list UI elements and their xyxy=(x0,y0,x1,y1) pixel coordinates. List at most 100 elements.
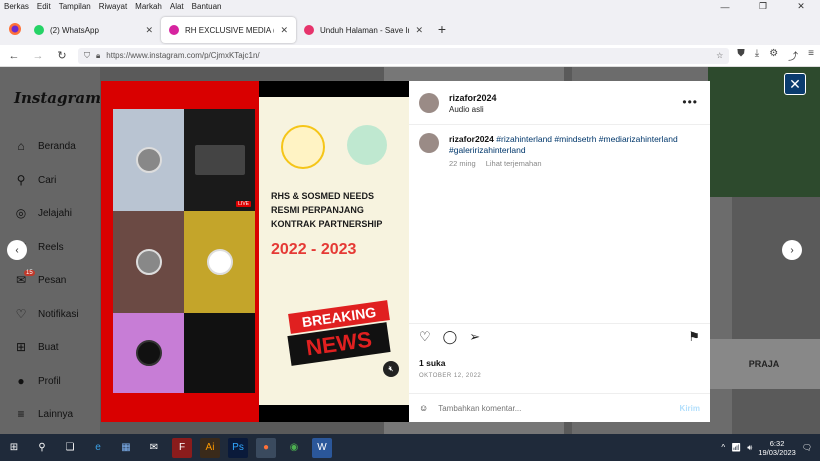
comment-icon[interactable]: ◯ xyxy=(443,329,458,345)
flash-icon[interactable]: F xyxy=(172,437,192,458)
url-text[interactable]: https://www.instagram.com/p/CjmxKTajc1n/ xyxy=(106,51,710,60)
clock[interactable]: 6:32 19/03/2023 xyxy=(758,439,796,457)
menu-alat[interactable]: Alat xyxy=(170,2,184,11)
chevron-up-icon[interactable]: ^ xyxy=(721,443,725,452)
tab-label: Unduh Halaman - Save Insta xyxy=(320,25,409,35)
close-tab-icon[interactable]: ✕ xyxy=(145,25,153,36)
menu-tampilan[interactable]: Tampilan xyxy=(59,2,91,11)
minimize-icon[interactable]: — xyxy=(706,0,744,13)
sidebar-item-cari[interactable]: ⚲ Cari xyxy=(14,173,57,187)
sidebar-item-label: Pesan xyxy=(38,274,67,286)
sidebar-item-notifikasi[interactable]: ♡ Notifikasi xyxy=(14,307,79,321)
tab-save-insta[interactable]: Unduh Halaman - Save Insta ✕ xyxy=(296,17,431,43)
firefox-icon[interactable]: ● xyxy=(256,437,276,458)
search-icon: ⚲ xyxy=(16,173,26,187)
chrome-icon[interactable]: ◉ xyxy=(284,438,304,458)
likes-count[interactable]: 1 suka xyxy=(419,358,445,368)
sidebar-item-label: Lainnya xyxy=(38,408,74,420)
instagram-logo[interactable]: Instagram xyxy=(14,89,101,107)
share-icon[interactable]: ⤴ xyxy=(788,48,798,63)
rocket-icon xyxy=(347,125,387,165)
participant-tile: LIVE xyxy=(184,109,255,211)
menu-markah[interactable]: Markah xyxy=(135,2,162,11)
next-post-button[interactable]: › xyxy=(782,240,802,260)
video-call-grid: LIVE xyxy=(113,109,255,393)
menu-berkas[interactable]: Berkas xyxy=(4,2,29,11)
close-tab-icon[interactable]: ✕ xyxy=(415,25,423,36)
menu-edit[interactable]: Edit xyxy=(37,2,51,11)
participant-avatar xyxy=(135,340,162,366)
clock-date: 19/03/2023 xyxy=(758,447,796,457)
post-comment-button[interactable]: Kirim xyxy=(680,404,700,413)
screen-share-thumbnail xyxy=(194,145,245,175)
hamburger-menu-icon[interactable]: ≡ xyxy=(808,48,814,63)
search-icon[interactable]: ⚲ xyxy=(32,438,52,458)
profile-avatar-icon: ● xyxy=(17,374,25,388)
translate-link[interactable]: Lihat terjemahan xyxy=(486,159,542,168)
participant-tile xyxy=(113,109,184,211)
tab-whatsapp[interactable]: (2) WhatsApp ✕ xyxy=(26,17,161,43)
forward-icon[interactable]: → xyxy=(30,50,46,62)
task-view-icon[interactable]: ❏ xyxy=(60,438,80,458)
volume-icon[interactable]: 🔊︎ xyxy=(747,443,752,453)
mute-icon[interactable]: 🔇︎ xyxy=(383,361,399,377)
close-modal-button[interactable]: ✕ xyxy=(784,73,806,95)
heart-icon: ♡ xyxy=(15,307,27,321)
extensions-icon[interactable]: ⚙ xyxy=(769,48,778,63)
author-username[interactable]: rizafor2024 xyxy=(449,93,497,103)
lock-icon[interactable]: 🔒︎ xyxy=(96,51,100,61)
menu-riwayat[interactable]: Riwayat xyxy=(99,2,127,11)
caption-author-avatar[interactable] xyxy=(419,133,439,153)
mail-icon[interactable]: ✉ xyxy=(144,438,164,458)
tab-instagram[interactable]: RH EXCLUSIVE MEDIA (@rizafor ✕ xyxy=(161,17,296,43)
notification-icon[interactable]: 🗨︎ xyxy=(802,443,812,452)
more-menu-icon: ≡ xyxy=(17,407,25,421)
network-icon[interactable]: 📶︎ xyxy=(731,443,741,452)
audio-label[interactable]: Audio asli xyxy=(449,105,484,114)
close-tab-icon[interactable]: ✕ xyxy=(280,25,288,36)
background-praja-image: PRAJA xyxy=(708,339,820,389)
pocket-icon[interactable]: ⛊ xyxy=(737,48,745,63)
unread-badge: 15 xyxy=(24,270,35,276)
like-heart-icon[interactable]: ♡ xyxy=(419,329,431,345)
sidebar-item-profil[interactable]: ● Profil xyxy=(14,374,60,388)
sidebar-item-pesan[interactable]: ✉ 15 Pesan xyxy=(14,270,67,287)
previous-post-button[interactable]: ‹ xyxy=(7,240,27,260)
firefox-icon[interactable] xyxy=(4,18,26,40)
url-bar[interactable]: ⛉ 🔒︎ https://www.instagram.com/p/CjmxKTa… xyxy=(78,47,730,64)
bookmark-star-icon[interactable]: ☆ xyxy=(716,51,723,60)
heart-icon xyxy=(304,25,314,35)
caption-author[interactable]: rizafor2024 xyxy=(449,134,494,144)
menu-bantuan[interactable]: Bantuan xyxy=(192,2,222,11)
sidebar-item-label: Reels xyxy=(38,241,64,253)
more-options-icon[interactable]: ••• xyxy=(682,95,698,109)
bookmark-save-icon[interactable]: ⚑ xyxy=(688,329,700,345)
close-window-icon[interactable]: ✕ xyxy=(782,0,820,13)
post-video[interactable]: LIVE RHS & SOSMED NEEDS RESMI PERPANJANG… xyxy=(101,81,409,422)
back-icon[interactable]: ← xyxy=(6,50,22,62)
whatsapp-icon xyxy=(34,25,44,35)
comment-input[interactable] xyxy=(438,403,670,413)
photoshop-icon[interactable]: Ps xyxy=(228,437,248,458)
sidebar-item-lainnya[interactable]: ≡ Lainnya xyxy=(14,407,73,421)
restore-icon[interactable]: ❐ xyxy=(744,0,782,13)
shield-icon[interactable]: ⛉ xyxy=(84,51,90,61)
share-send-icon[interactable]: ➢ xyxy=(469,329,480,345)
word-icon[interactable]: W xyxy=(312,437,332,458)
windows-start-icon[interactable]: ⊞ xyxy=(4,438,24,458)
reload-icon[interactable]: ↻ xyxy=(54,49,70,62)
sidebar-item-beranda[interactable]: ⌂ Beranda xyxy=(14,139,75,153)
sidebar-item-label: Notifikasi xyxy=(38,308,79,320)
sidebar-item-buat[interactable]: ⊞ Buat xyxy=(14,340,59,354)
new-tab-button[interactable]: + xyxy=(431,21,453,37)
download-icon[interactable]: ⤓ xyxy=(755,48,759,63)
emoji-icon[interactable]: ☺ xyxy=(419,403,428,413)
store-icon[interactable]: ▦ xyxy=(116,438,136,458)
sidebar-item-jelajahi[interactable]: ◎ Jelajahi xyxy=(14,206,72,220)
edge-icon[interactable]: e xyxy=(88,438,108,458)
illustrator-icon[interactable]: Ai xyxy=(200,437,220,458)
poster-line: KONTRAK PARTNERSHIP xyxy=(271,219,383,229)
live-badge: LIVE xyxy=(236,201,251,207)
participant-avatar xyxy=(206,249,233,275)
author-avatar[interactable] xyxy=(419,93,439,113)
